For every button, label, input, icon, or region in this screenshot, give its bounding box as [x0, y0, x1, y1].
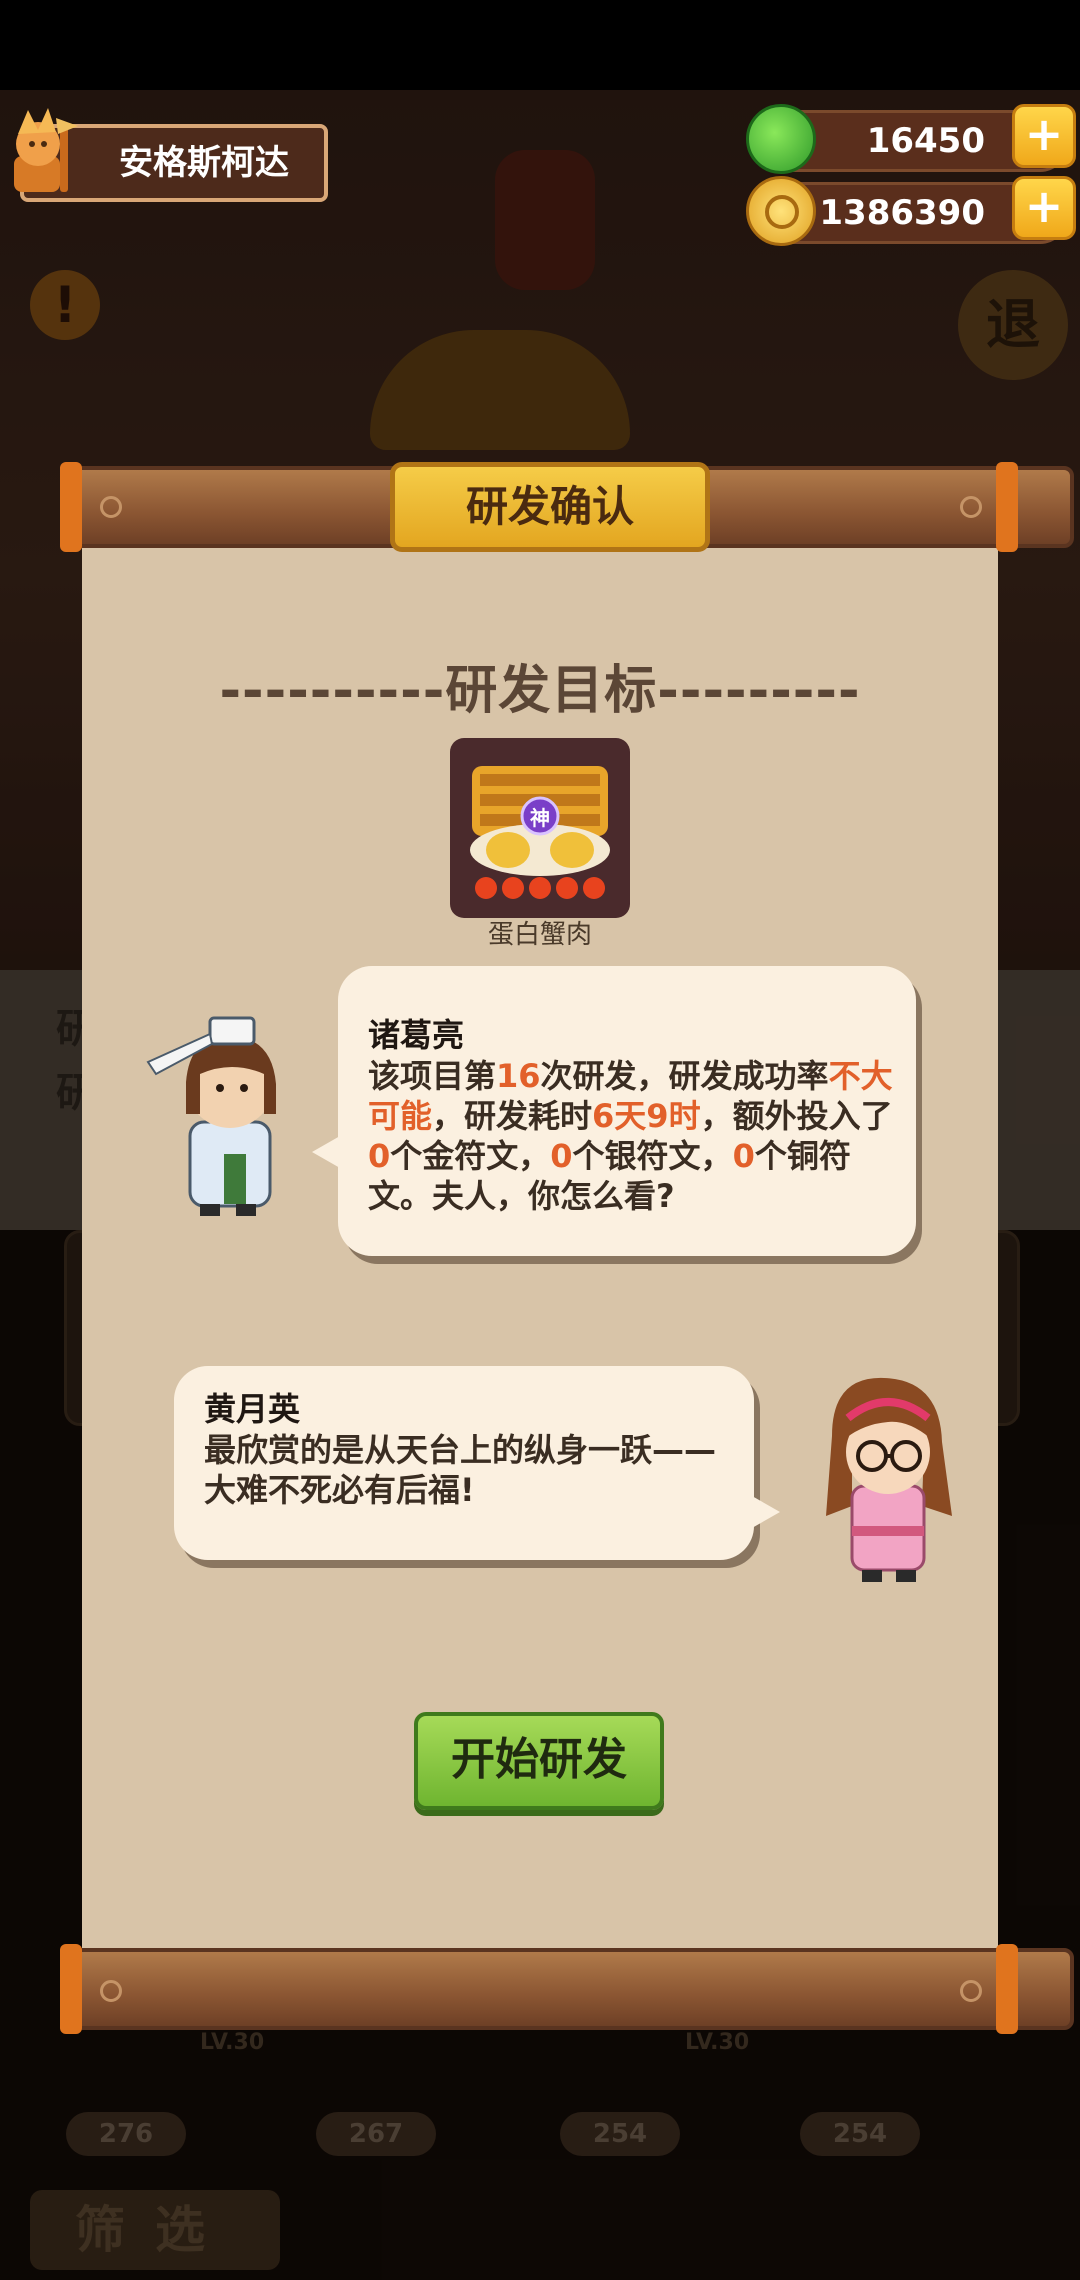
player-name: 安格斯柯达 — [119, 143, 289, 183]
advisor-name: 诸葛亮 — [368, 1016, 465, 1054]
target-dish-icon: 神 — [450, 738, 630, 918]
player-avatar-icon[interactable] — [4, 104, 84, 204]
speech-text: 次研发，研发成功率 — [540, 1057, 829, 1095]
scroll-rod-cap — [996, 1944, 1018, 2034]
wife-speech-bubble: 黄月英 最欣赏的是从天台上的纵身一跃——大难不死必有后福! — [174, 1366, 780, 1560]
rod-nail — [100, 1980, 122, 2002]
speech-text: 个金符文， — [390, 1137, 551, 1175]
advisor-speech: 该项目第16次研发，研发成功率不大可能，研发耗时6天9时，额外投入了0个金符文，… — [368, 1056, 898, 1216]
rod-nail — [960, 496, 982, 518]
scroll-rod-cap — [996, 462, 1018, 552]
gold-rune-count: 0 — [368, 1137, 391, 1175]
speech-text: ，研发耗时 — [432, 1097, 593, 1135]
rod-nail — [960, 1980, 982, 2002]
speech-text: 个银符文， — [572, 1137, 733, 1175]
scroll-rod-bottom — [64, 1948, 1074, 2030]
speech-text: ，额外投入了 — [700, 1097, 893, 1135]
rod-nail — [100, 496, 122, 518]
coin-icon — [746, 176, 816, 246]
start-research-button[interactable]: 开始研发 — [414, 1712, 664, 1810]
wife-name: 黄月英 — [204, 1390, 301, 1428]
target-dish-name: 蛋白蟹肉 — [487, 920, 592, 950]
scroll-rod-cap — [60, 1944, 82, 2034]
dialog-title: 研发确认 — [390, 462, 710, 552]
speech-text: 该项目第 — [368, 1057, 497, 1095]
add-coin-button[interactable]: + — [1012, 176, 1076, 240]
zhuge-liang-avatar — [140, 1004, 300, 1224]
silver-rune-count: 0 — [550, 1137, 573, 1175]
advisor-speech-bubble: 诸葛亮 该项目第16次研发，研发成功率不大可能，研发耗时6天9时，额外投入了0个… — [312, 966, 916, 1256]
bubble-tail — [312, 1136, 340, 1168]
add-jade-button[interactable]: + — [1012, 104, 1076, 168]
jade-icon — [746, 104, 816, 174]
scroll-rod-cap — [60, 462, 82, 552]
huang-yueying-avatar — [812, 1366, 962, 1586]
wife-speech: 最欣赏的是从天台上的纵身一跃——大难不死必有后福! — [204, 1431, 717, 1509]
divine-badge: 神 — [530, 806, 550, 830]
copper-rune-count: 0 — [732, 1137, 755, 1175]
research-target-heading: ----------研发目标--------- — [219, 661, 861, 721]
research-duration: 6天9时 — [592, 1097, 701, 1135]
research-count: 16 — [496, 1057, 541, 1095]
bubble-tail — [752, 1496, 780, 1528]
